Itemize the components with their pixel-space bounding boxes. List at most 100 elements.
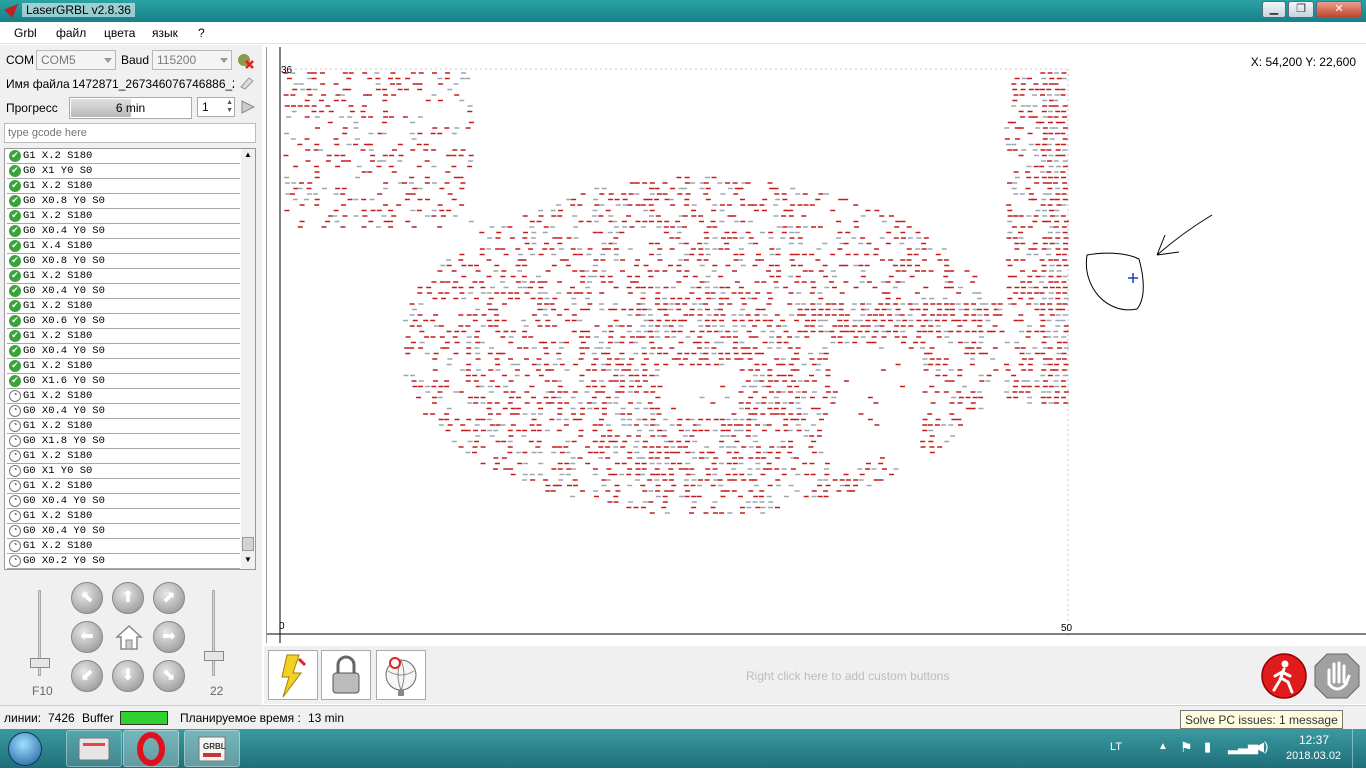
jog-up-right-button[interactable]: ⬈ — [153, 582, 185, 614]
step-size-slider[interactable] — [204, 590, 224, 680]
gcode-row[interactable]: ◔ G1 X.2 S180 — [7, 479, 240, 494]
open-file-icon[interactable] — [239, 75, 255, 91]
preview-canvas[interactable]: 36 0 50 X: 54,200 Y: 22,600 — [266, 47, 1366, 643]
gcode-list[interactable]: ✔ G1 X.2 S180 ✔ G0 X1 Y0 S0 ✔ G1 X.2 S180 ✔ G0 … — [4, 148, 256, 570]
jog-right-button[interactable]: ➡ — [153, 621, 185, 653]
gcode-row[interactable]: ◔ G1 X.2 S180 — [7, 539, 240, 554]
gcode-input[interactable] — [4, 123, 256, 143]
disconnect-icon[interactable] — [236, 51, 254, 69]
com-port-select[interactable]: COM5 — [36, 50, 116, 70]
volume-icon[interactable]: ◀) — [1254, 739, 1268, 755]
gcode-row[interactable]: ✔ G0 X1 Y0 S0 — [7, 164, 240, 179]
stepper-up-icon[interactable]: ▲ — [226, 99, 233, 106]
gcode-scrollbar[interactable]: ▲ ▼ — [241, 149, 255, 569]
gcode-row[interactable]: ✔ G0 X0.4 Y0 S0 — [7, 224, 240, 239]
gcode-row[interactable]: ◔ G1 X.2 S180 — [7, 419, 240, 434]
taskbar-explorer-button[interactable] — [66, 730, 122, 767]
gcode-text: G1 X.2 S180 — [23, 150, 93, 162]
feed-rate-slider[interactable] — [30, 590, 50, 680]
minimize-button[interactable]: ▁ — [1262, 1, 1286, 18]
gcode-row[interactable]: ✔ G0 X0.4 Y0 S0 — [7, 284, 240, 299]
gcode-row[interactable]: ✔ G0 X0.6 Y0 S0 — [7, 314, 240, 329]
baud-value: 115200 — [157, 53, 197, 67]
set-origin-button[interactable] — [376, 650, 426, 700]
gcode-text: G0 X1 Y0 S0 — [23, 465, 93, 477]
jog-down-right-button[interactable]: ⬊ — [153, 660, 185, 692]
home-button[interactable] — [114, 623, 144, 651]
gcode-row[interactable]: ◔ G0 X1.8 Y0 S0 — [7, 434, 240, 449]
gcode-text: G0 X0.4 Y0 S0 — [23, 345, 105, 357]
jog-up-button[interactable]: ⬆ — [112, 582, 144, 614]
taskbar-opera-button[interactable] — [123, 730, 179, 767]
gcode-row[interactable]: ✔ G0 X0.4 Y0 S0 — [7, 344, 240, 359]
gcode-row[interactable]: ✔ G1 X.4 S180 — [7, 239, 240, 254]
flag-icon[interactable]: ⚑ — [1180, 739, 1193, 756]
maximize-button[interactable]: ❐ — [1288, 1, 1314, 18]
close-button[interactable]: ✕ — [1316, 1, 1362, 18]
pending-clock-icon: ◔ — [9, 510, 21, 522]
menu-language[interactable]: язык — [152, 26, 178, 40]
completed-check-icon: ✔ — [9, 345, 21, 357]
run-button[interactable] — [240, 99, 256, 118]
menu-grbl[interactable]: Grbl — [14, 26, 37, 40]
start-button[interactable] — [8, 732, 42, 766]
unlock-button[interactable] — [321, 650, 371, 700]
gcode-row[interactable]: ✔ G0 X0.8 Y0 S0 — [7, 254, 240, 269]
completed-check-icon: ✔ — [9, 270, 21, 282]
jog-down-button[interactable]: ⬇ — [112, 660, 144, 692]
laser-cursor-icon — [1128, 273, 1138, 283]
gcode-row[interactable]: ◔ G0 X0.4 Y0 S0 — [7, 524, 240, 539]
jog-left-button[interactable]: ⬅ — [71, 621, 103, 653]
gcode-row[interactable]: ◔ G0 X0.4 Y0 S0 — [7, 404, 240, 419]
gcode-row[interactable]: ◔ G0 X1 Y0 S0 — [7, 464, 240, 479]
clock-time[interactable]: 12:37 — [1299, 733, 1329, 747]
scroll-up-icon[interactable]: ▲ — [244, 150, 252, 159]
planned-time-value: 13 min — [308, 711, 345, 725]
tray-expand-icon[interactable]: ▲ — [1158, 741, 1168, 752]
gcode-row[interactable]: ✔ G1 X.2 S180 — [7, 359, 240, 374]
language-indicator[interactable]: LT — [1110, 741, 1122, 753]
taskbar-lasergrbl-button[interactable]: GRBL — [184, 730, 240, 767]
gcode-text: G0 X1 Y0 S0 — [23, 165, 93, 177]
buffer-indicator — [120, 711, 168, 725]
jog-down-left-button[interactable]: ⬋ — [71, 660, 103, 692]
jog-up-left-button[interactable]: ⬉ — [71, 582, 103, 614]
scroll-thumb[interactable] — [242, 537, 254, 551]
slider-knob[interactable] — [30, 658, 50, 668]
gcode-row[interactable]: ◔ G1 X.2 S180 — [7, 509, 240, 524]
gcode-text: G1 X.2 S180 — [23, 480, 93, 492]
gcode-text: G0 X0.4 Y0 S0 — [23, 285, 105, 297]
stepper-down-icon[interactable]: ▼ — [226, 107, 233, 114]
gcode-row[interactable]: ◔ G1 X.2 S180 — [7, 449, 240, 464]
gcode-row[interactable]: ✔ G0 X1.6 Y0 S0 — [7, 374, 240, 389]
x-max-label: 50 — [1061, 623, 1073, 634]
gcode-row[interactable]: ◔ G0 X0.2 Y0 S0 — [7, 554, 240, 569]
gcode-row[interactable]: ✔ G1 X.2 S180 — [7, 149, 240, 164]
gcode-row[interactable]: ✔ G1 X.2 S180 — [7, 209, 240, 224]
power-icon[interactable]: ▮ — [1204, 739, 1211, 755]
clock-date[interactable]: 2018.03.02 — [1286, 750, 1341, 762]
baud-rate-select[interactable]: 115200 — [152, 50, 232, 70]
connect-button[interactable] — [268, 650, 318, 700]
gcode-row[interactable]: ✔ G1 X.2 S180 — [7, 269, 240, 284]
completed-check-icon: ✔ — [9, 300, 21, 312]
gcode-row[interactable]: ◔ G0 X0.4 Y0 S0 — [7, 494, 240, 509]
pending-clock-icon: ◔ — [9, 555, 21, 567]
taskbar: GRBL LT ▲ ⚑ ▮ ▂▃▅ ◀) 12:37 2018.03.02 — [0, 729, 1366, 768]
gcode-row[interactable]: ✔ G1 X.2 S180 — [7, 329, 240, 344]
menu-help[interactable]: ? — [198, 26, 205, 40]
menu-file[interactable]: файл — [56, 26, 86, 40]
scroll-down-icon[interactable]: ▼ — [244, 555, 252, 564]
custom-button-bar[interactable]: Right click here to add custom buttons — [264, 646, 1366, 704]
completed-check-icon: ✔ — [9, 255, 21, 267]
gcode-row[interactable]: ◔ G1 X.2 S180 — [7, 389, 240, 404]
hold-button[interactable] — [1313, 652, 1361, 700]
gcode-row[interactable]: ✔ G1 X.2 S180 — [7, 299, 240, 314]
copies-stepper[interactable]: 1 ▲ ▼ — [197, 97, 235, 117]
gcode-row[interactable]: ✔ G0 X0.8 Y0 S0 — [7, 194, 240, 209]
menu-colors[interactable]: цвета — [104, 26, 135, 40]
slider-knob[interactable] — [204, 651, 224, 661]
abort-button[interactable] — [1260, 652, 1308, 700]
show-desktop-button[interactable] — [1352, 729, 1366, 768]
gcode-row[interactable]: ✔ G1 X.2 S180 — [7, 179, 240, 194]
